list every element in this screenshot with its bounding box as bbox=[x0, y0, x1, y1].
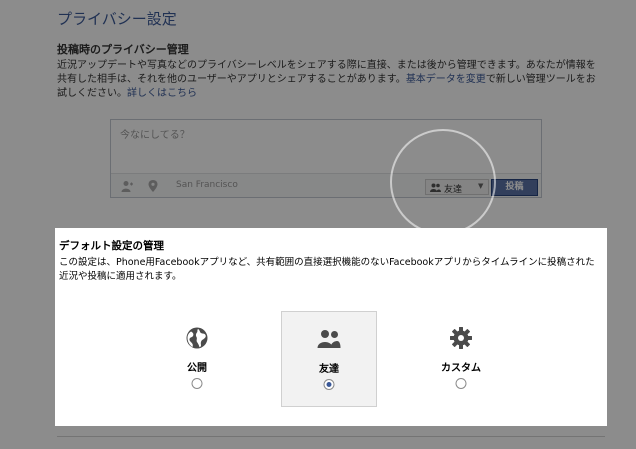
radio-public[interactable] bbox=[191, 378, 203, 389]
spotlight-ring bbox=[390, 129, 496, 235]
gear-icon bbox=[450, 327, 472, 349]
default-privacy-dialog: デフォルト設定の管理 この設定は、Phone用Facebookアプリなど、共有範… bbox=[55, 228, 607, 426]
dialog-description: この設定は、Phone用Facebookアプリなど、共有範囲の直接選択機能のない… bbox=[59, 257, 595, 282]
option-label: カスタム bbox=[441, 363, 481, 374]
option-custom[interactable]: カスタム bbox=[413, 311, 509, 407]
globe-icon bbox=[186, 327, 208, 349]
option-friends[interactable]: 友達 bbox=[281, 311, 377, 407]
friends-icon bbox=[317, 330, 341, 348]
option-label: 公開 bbox=[187, 363, 207, 374]
radio-custom[interactable] bbox=[455, 378, 467, 389]
radio-friends[interactable] bbox=[323, 379, 335, 390]
dialog-title: デフォルト設定の管理 bbox=[59, 240, 164, 252]
option-label: 友達 bbox=[319, 364, 339, 375]
option-public[interactable]: 公開 bbox=[149, 311, 245, 407]
